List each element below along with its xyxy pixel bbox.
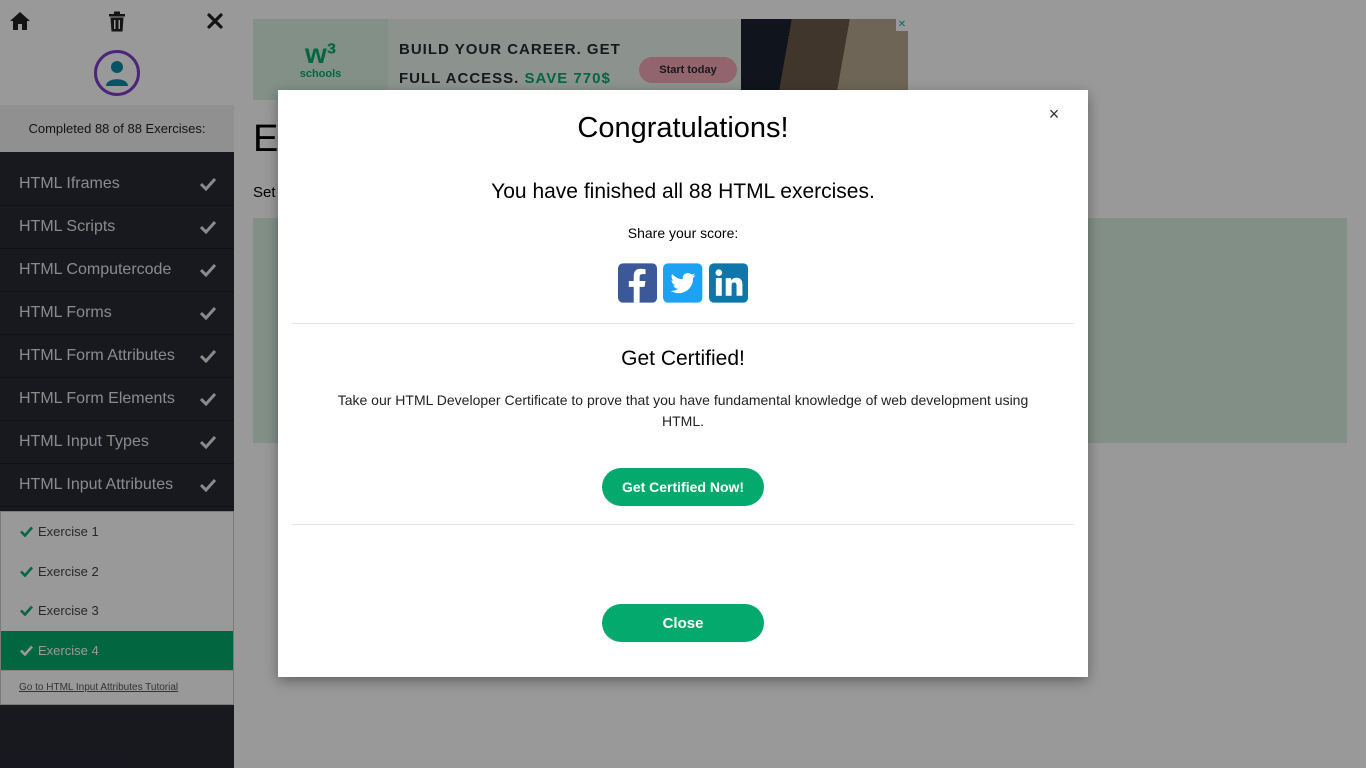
certified-description: Take our HTML Developer Certificate to p… [337, 392, 1029, 429]
divider [292, 323, 1074, 324]
finished-message: You have finished all 88 HTML exercises. [491, 180, 875, 203]
facebook-icon[interactable] [618, 263, 658, 303]
divider [292, 524, 1074, 525]
share-label: Share your score: [627, 225, 739, 241]
linkedin-icon[interactable] [708, 263, 748, 303]
certified-title: Get Certified! [621, 347, 745, 370]
social-share-buttons [618, 263, 748, 303]
twitter-icon[interactable] [663, 263, 703, 303]
congratulations-modal: × Congratulations! You have finished all… [278, 90, 1088, 677]
modal-title: Congratulations! [577, 112, 789, 144]
close-button[interactable]: Close [602, 604, 764, 642]
get-certified-button[interactable]: Get Certified Now! [602, 468, 764, 506]
